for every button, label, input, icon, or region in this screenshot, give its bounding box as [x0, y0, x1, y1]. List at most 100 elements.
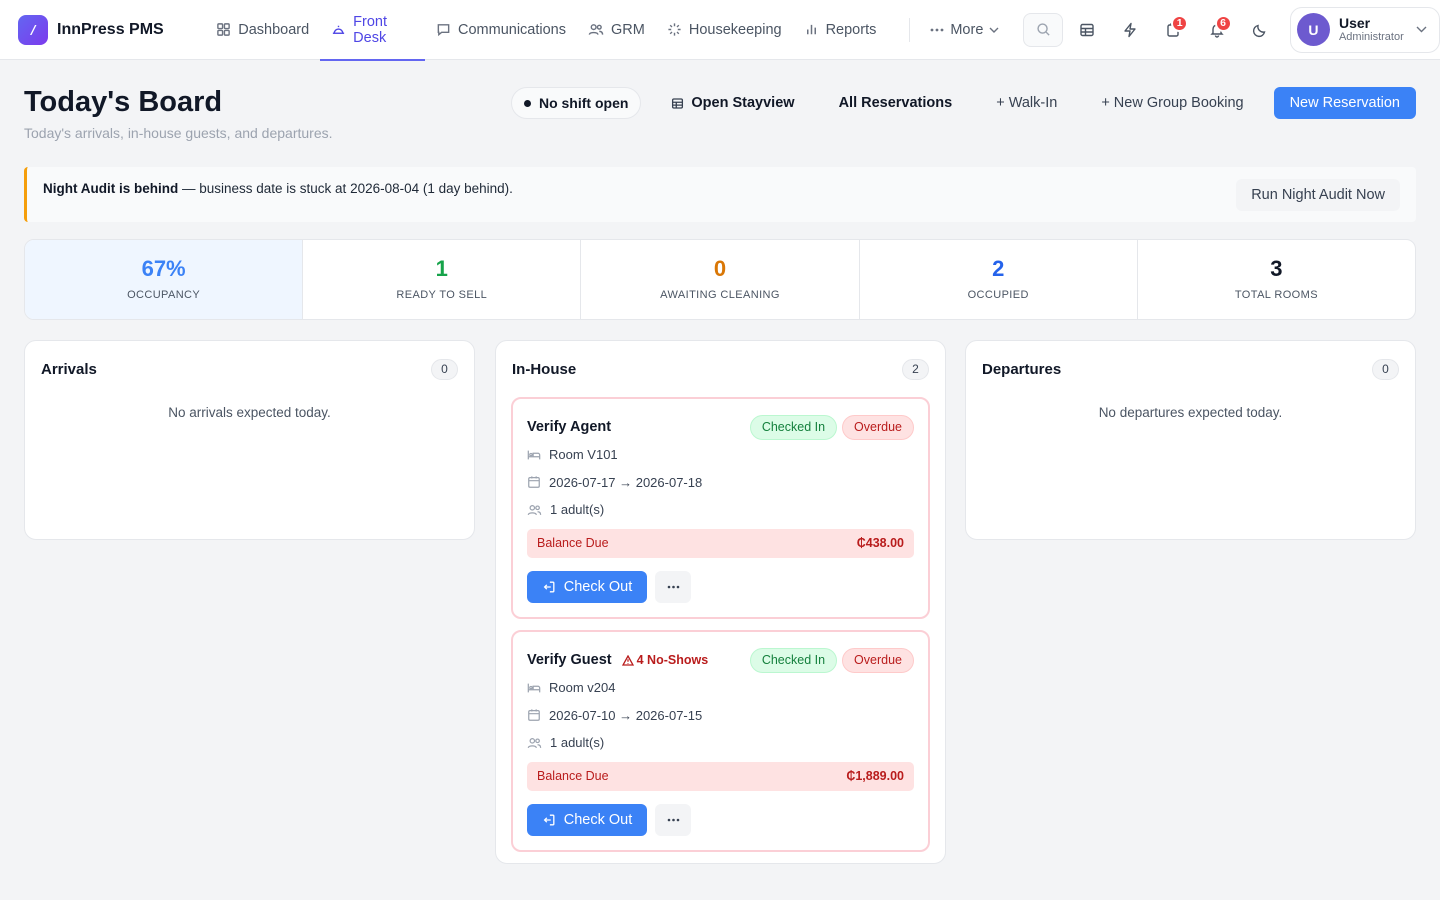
open-stayview-button[interactable]: Open Stayview — [657, 87, 808, 119]
panel-title: Arrivals — [41, 360, 97, 378]
run-night-audit-button[interactable]: Run Night Audit Now — [1236, 178, 1400, 211]
status-tags: Checked In Overdue — [749, 647, 914, 673]
new-group-booking-button[interactable]: + New Group Booking — [1087, 87, 1257, 119]
grid-icon — [216, 22, 231, 37]
ellipsis-icon — [667, 818, 680, 822]
warning-icon — [621, 654, 634, 666]
guest-card[interactable]: Verify Agent Checked In Overdue Room V10… — [511, 397, 930, 619]
status-dot-icon — [523, 99, 531, 107]
guest-card[interactable]: Verify Guest 4 No-Shows Checked In Overd… — [511, 630, 930, 852]
nav-item-reports[interactable]: Reports — [793, 0, 888, 60]
overdue-badge: Overdue — [842, 647, 914, 673]
ellipsis-icon — [930, 28, 944, 32]
log-out-icon — [542, 580, 556, 594]
nav-item-front-desk[interactable]: Front Desk — [320, 0, 425, 61]
shift-status-label: No shift open — [538, 95, 629, 111]
notifications-button[interactable]: 6 — [1197, 13, 1236, 47]
tasks-button[interactable]: 1 — [1154, 13, 1193, 47]
nav-label: GRM — [611, 21, 645, 38]
stat-label: AWAITING CLEANING — [660, 289, 780, 301]
brand[interactable]: InnPress PMS — [18, 14, 205, 45]
guest-name[interactable]: Verify Guest — [527, 652, 612, 668]
card-actions: Check Out — [527, 570, 914, 603]
balance-amount: ₵1,889.00 — [846, 769, 904, 783]
user-menu[interactable]: U User Administrator — [1289, 6, 1440, 53]
status-badge: Checked In — [749, 647, 838, 673]
table-icon — [1079, 22, 1095, 38]
nav-item-grm[interactable]: GRM — [577, 0, 656, 60]
stay-dates: 2026-07-10 → 2026-07-15 — [549, 707, 703, 723]
count-badge: 2 — [902, 358, 929, 380]
nav-item-dashboard[interactable]: Dashboard — [205, 0, 320, 60]
stat-value: 67% — [141, 256, 186, 281]
check-out-button[interactable]: Check Out — [527, 570, 647, 603]
check-out-label: Check Out — [563, 578, 633, 595]
dark-mode-toggle[interactable] — [1241, 13, 1280, 47]
room-number: Room v204 — [549, 680, 616, 696]
alert-text: Night Audit is behind — business date is… — [43, 181, 513, 196]
sparkle-icon — [667, 22, 682, 37]
stat-value: 1 — [435, 256, 448, 281]
dates-row: 2026-07-10 → 2026-07-15 — [527, 702, 914, 730]
app-logo-icon — [18, 14, 48, 45]
walk-in-button[interactable]: + Walk-In — [982, 87, 1071, 119]
alert-title: Night Audit is behind — [43, 181, 179, 196]
lightning-icon — [1122, 22, 1138, 38]
stat-occupied[interactable]: 2 OCCUPIED — [860, 240, 1138, 319]
room-number: Room V101 — [549, 447, 618, 463]
stat-label: READY TO SELL — [396, 289, 488, 301]
quick-actions-button[interactable] — [1110, 13, 1149, 47]
stat-value: 2 — [992, 256, 1005, 281]
more-actions-button[interactable] — [655, 570, 691, 603]
top-navbar: InnPress PMS Dashboard Front Desk Commun… — [0, 0, 1440, 61]
all-reservations-button[interactable]: All Reservations — [825, 87, 967, 119]
nav-label: Housekeeping — [688, 21, 782, 38]
card-header: Verify Agent Checked In Overdue — [527, 413, 914, 441]
nav-item-housekeeping[interactable]: Housekeeping — [656, 0, 793, 60]
balance-due-row: Balance Due ₵438.00 — [527, 528, 914, 558]
empty-state: No departures expected today. — [1098, 405, 1283, 420]
stat-ready-to-sell[interactable]: 1 READY TO SELL — [303, 240, 582, 319]
nav-label: Front Desk — [353, 13, 388, 46]
main-nav: Dashboard Front Desk Communications GRM … — [205, 0, 888, 61]
nav-divider — [909, 17, 911, 42]
stat-label: OCCUPIED — [967, 289, 1029, 301]
count-badge: 0 — [1372, 358, 1399, 380]
balance-amount: ₵438.00 — [856, 536, 904, 550]
nav-more-menu[interactable]: More — [918, 22, 1011, 38]
nav-label: Dashboard — [238, 21, 310, 38]
status-badge: Checked In — [749, 414, 838, 440]
stayview-grid-button[interactable] — [1067, 13, 1106, 47]
avatar: U — [1296, 13, 1330, 46]
guest-name[interactable]: Verify Agent — [527, 419, 611, 435]
tasks-badge: 1 — [1171, 14, 1189, 32]
balance-label: Balance Due — [537, 769, 609, 783]
more-actions-button[interactable] — [655, 803, 691, 836]
user-role: Administrator — [1338, 31, 1404, 44]
chat-icon — [436, 22, 451, 37]
in-house-panel: In-House 2 Verify Agent Checked In Overd… — [495, 340, 946, 864]
search-button[interactable] — [1023, 12, 1063, 47]
guest-info: Verify Guest 4 No-Shows — [527, 652, 708, 668]
nav-item-communications[interactable]: Communications — [425, 0, 577, 60]
shift-status-pill[interactable]: No shift open — [510, 87, 642, 119]
stat-total-rooms[interactable]: 3 TOTAL ROOMS — [1138, 240, 1415, 319]
check-out-button[interactable]: Check Out — [527, 803, 647, 836]
stat-awaiting-cleaning[interactable]: 0 AWAITING CLEANING — [581, 240, 860, 319]
alert-message: — business date is stuck at 2026-08-04 (… — [178, 181, 513, 196]
stat-occupancy[interactable]: 67% OCCUPANCY — [25, 240, 304, 319]
balance-label: Balance Due — [537, 536, 609, 550]
arrivals-panel: Arrivals 0 No arrivals expected today. — [24, 340, 475, 540]
users-icon — [588, 22, 604, 37]
nav-label: Reports — [825, 21, 877, 38]
app-name: InnPress PMS — [57, 20, 164, 38]
departures-panel: Departures 0 No departures expected toda… — [965, 340, 1416, 540]
stat-label: OCCUPANCY — [127, 289, 201, 301]
stat-label: TOTAL ROOMS — [1234, 289, 1318, 301]
count-badge: 0 — [431, 358, 458, 380]
panel-header: Departures 0 — [966, 341, 1415, 397]
chevron-down-icon — [989, 27, 999, 33]
chevron-down-icon — [1416, 26, 1427, 33]
new-reservation-button[interactable]: New Reservation — [1273, 87, 1416, 119]
table-icon — [671, 97, 684, 110]
